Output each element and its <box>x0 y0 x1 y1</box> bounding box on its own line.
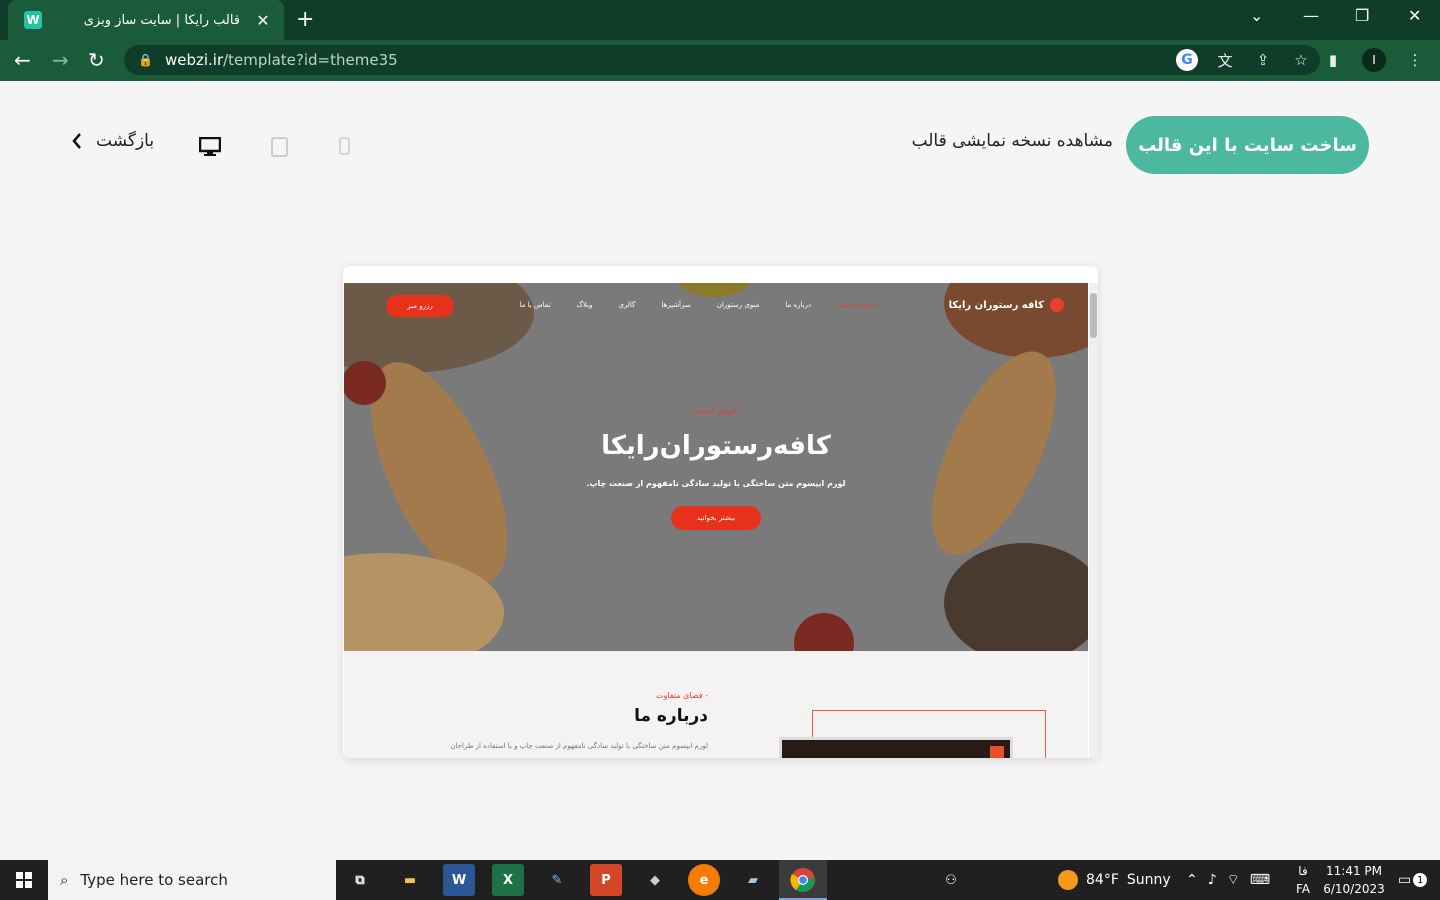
preview-scroll-thumb[interactable] <box>1090 293 1097 338</box>
preview-site-name: کافه رستوران رایکا <box>948 299 1044 311</box>
preview-menu: صفحه نخست درباره ما منوی رستوران سرآشپزه… <box>520 301 877 309</box>
preview-menu-item[interactable]: تماس با ما <box>520 301 551 309</box>
bookmark-star-icon[interactable]: ☆ <box>1290 49 1312 71</box>
browser-tab-strip: W قالب رایکا | سایت ساز وبزی ✕ + ⌄ — ❐ ✕ <box>0 0 1440 40</box>
file-explorer-icon[interactable]: ▬ <box>394 864 426 896</box>
preview-menu-item[interactable]: وبلاگ <box>577 301 593 309</box>
profile-avatar[interactable]: I <box>1362 48 1386 72</box>
page: ساخت سایت با این قالب مشاهده نسخه نمایشی… <box>0 81 1440 860</box>
windows-taskbar: ⌕ Type here to search ⧉ ▬ W X ✎ P ◆ e ▰ … <box>0 860 1440 900</box>
taskbar-search-input[interactable]: ⌕ Type here to search <box>48 860 336 900</box>
paint-icon[interactable]: ✎ <box>541 864 573 896</box>
minimize-icon[interactable]: — <box>1303 6 1319 25</box>
lang-code: FA <box>1296 882 1311 896</box>
weather-temp: 84°F <box>1086 872 1119 888</box>
forward-arrow-icon[interactable]: → <box>52 48 69 72</box>
url-host: webzi.ir <box>164 51 224 69</box>
webzi-favicon-icon: W <box>24 11 42 29</box>
clock-time: 11:41 PM <box>1326 864 1382 878</box>
share-icon[interactable]: ⇪ <box>1252 49 1274 71</box>
build-site-button[interactable]: ساخت سایت با این قالب <box>1126 116 1369 174</box>
about-kicker: - فضای متفاوت <box>655 691 708 700</box>
app-icon[interactable]: ◆ <box>639 864 671 896</box>
preview-menu-item[interactable]: صفحه نخست <box>837 301 877 309</box>
clock-date: 6/10/2023 <box>1323 882 1385 896</box>
tablet-icon[interactable] <box>270 136 288 158</box>
side-panel-icon[interactable]: ▮ <box>1322 49 1344 71</box>
app-orange-icon[interactable]: e <box>688 864 720 896</box>
preview-menu-item[interactable]: درباره ما <box>785 301 811 309</box>
wifi-icon[interactable]: ⌔ <box>1227 871 1240 889</box>
word-icon[interactable]: W <box>443 864 475 896</box>
notes-app-icon[interactable]: ▰ <box>737 864 769 896</box>
preview-menu-item[interactable]: سرآشپزها <box>661 301 690 309</box>
hero-description: لورم ایپسوم متن ساختگی با تولید سادگی نا… <box>586 479 846 488</box>
notification-center-icon[interactable]: ▭ 1 <box>1398 860 1428 900</box>
desktop-icon[interactable] <box>198 136 222 158</box>
weather-widget[interactable]: 84°F Sunny <box>1058 860 1171 900</box>
back-link[interactable]: بازگشت <box>72 131 154 151</box>
template-preview-frame[interactable]: کافه رستوران رایکا صفحه نخست درباره ما م… <box>343 266 1098 758</box>
hero-title: کافه‌رستوران‌رایکا <box>601 431 831 461</box>
back-arrow-icon[interactable]: ← <box>14 48 31 72</box>
tray-chevron-up-icon[interactable]: ⌃ <box>1186 872 1198 888</box>
google-icon[interactable]: G <box>1176 49 1198 71</box>
restore-icon[interactable]: ❐ <box>1355 6 1369 25</box>
sun-icon <box>1058 870 1078 890</box>
reload-icon[interactable]: ↻ <box>88 48 105 72</box>
hero-background-image <box>344 283 1088 651</box>
search-icon: ⌕ <box>60 871 69 889</box>
windows-start-icon[interactable] <box>0 860 48 900</box>
notification-icon: ▭ <box>1398 872 1412 888</box>
cutlery-icon <box>1050 298 1064 312</box>
chrome-icon[interactable] <box>787 864 819 896</box>
back-label: بازگشت <box>96 131 155 151</box>
tab-search-icon[interactable]: ⌄ <box>1250 6 1263 25</box>
powerpoint-icon[interactable]: P <box>590 864 622 896</box>
preview-navbar: کافه رستوران رایکا صفحه نخست درباره ما م… <box>344 283 1088 327</box>
translate-icon[interactable]: 文 <box>1214 49 1236 71</box>
volume-icon[interactable]: ♪ <box>1208 872 1217 888</box>
mobile-icon[interactable] <box>338 136 350 156</box>
url-path: /template?id=theme35 <box>223 51 398 69</box>
keyboard-icon[interactable]: ⌨ <box>1250 872 1270 888</box>
chevron-left-icon <box>72 133 81 149</box>
preview-scrollbar[interactable] <box>1089 283 1098 758</box>
system-tray: ⌃ ♪ ⌔ ⌨ <box>1186 860 1270 900</box>
close-window-icon[interactable]: ✕ <box>1408 6 1421 25</box>
browser-toolbar: ← → ↻ 🔒 webzi.ir /template?id=theme35 G … <box>0 40 1440 81</box>
preview-menu-item[interactable]: منوی رستوران <box>717 301 760 309</box>
hero-subtitle: - خوش آمدید - <box>688 406 744 416</box>
about-image-badge <box>990 746 1004 758</box>
lang-fa-script: فا <box>1298 864 1308 878</box>
about-title: درباره ما <box>634 706 708 726</box>
taskbar-clock[interactable]: 11:41 PM 6/10/2023 <box>1322 862 1386 898</box>
people-icon[interactable]: ⚇ <box>935 864 967 896</box>
read-more-button[interactable]: بیشتر بخوانید <box>671 506 761 530</box>
tab-title: قالب رایکا | سایت ساز وبزی <box>83 12 240 28</box>
taskbar-search-placeholder: Type here to search <box>80 871 228 889</box>
lock-icon: 🔒 <box>138 53 153 67</box>
excel-icon[interactable]: X <box>492 864 524 896</box>
task-view-icon[interactable]: ⧉ <box>344 864 376 896</box>
tab-close-icon[interactable]: ✕ <box>254 11 272 30</box>
new-tab-button[interactable]: + <box>296 7 314 32</box>
preview-hero: کافه رستوران رایکا صفحه نخست درباره ما م… <box>344 283 1088 651</box>
demo-label[interactable]: مشاهده نسخه نمایشی قالب <box>912 131 1113 151</box>
address-bar[interactable]: 🔒 webzi.ir /template?id=theme35 G 文 ⇪ ☆ <box>124 45 1320 75</box>
reserve-table-button[interactable]: رزرو میز <box>386 295 454 317</box>
about-image <box>779 737 1013 758</box>
notification-count: 1 <box>1413 873 1428 887</box>
preview-about-section: - فضای متفاوت درباره ما لورم ایپسوم متن … <box>344 651 1088 758</box>
preview-logo[interactable]: کافه رستوران رایکا <box>949 298 1064 312</box>
menu-kebab-icon[interactable]: ⋮ <box>1404 49 1426 71</box>
weather-desc: Sunny <box>1126 872 1171 888</box>
about-text: لورم ایپسوم متن ساختگی با تولید سادگی نا… <box>450 742 708 750</box>
input-language[interactable]: فا FA <box>1296 860 1310 900</box>
preview-menu-item[interactable]: گالری <box>618 301 635 309</box>
browser-tab[interactable]: W قالب رایکا | سایت ساز وبزی ✕ <box>8 0 284 40</box>
